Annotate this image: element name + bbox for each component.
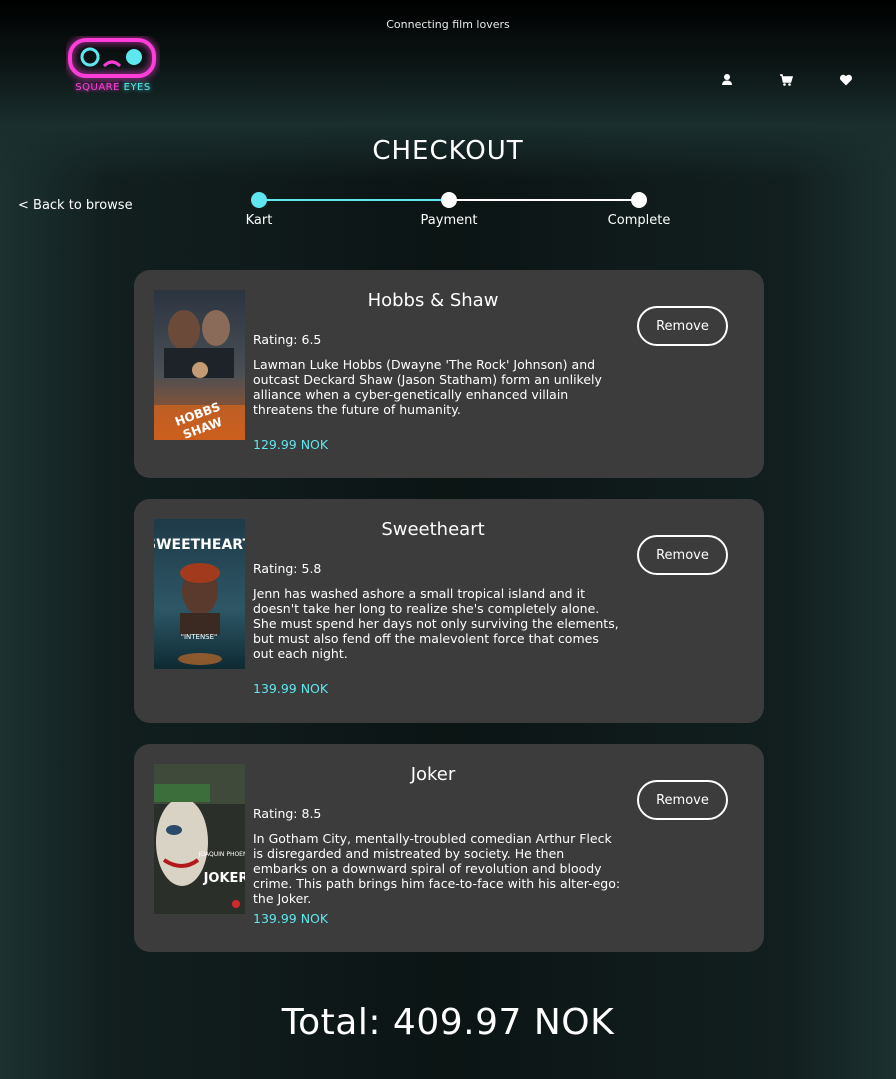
movie-title: Joker bbox=[410, 764, 456, 785]
step-dot-payment[interactable] bbox=[441, 192, 457, 208]
movie-description: In Gotham City, mentally-troubled comedi… bbox=[253, 831, 621, 906]
movie-title: Hobbs & Shaw bbox=[367, 290, 499, 311]
cart-icon[interactable] bbox=[779, 72, 794, 86]
remove-button[interactable]: Remove bbox=[637, 535, 728, 575]
movie-price: 129.99 NOK bbox=[253, 437, 329, 452]
cart-item: JOAQUIN PHOENIX JOKER Joker Rating: 8.5 … bbox=[134, 744, 764, 952]
step-dot-complete[interactable] bbox=[631, 192, 647, 208]
svg-text:JOAQUIN PHOENIX: JOAQUIN PHOENIX bbox=[198, 851, 245, 858]
svg-text:"INTENSE": "INTENSE" bbox=[181, 633, 218, 641]
movie-price: 139.99 NOK bbox=[253, 681, 329, 696]
progress-line-filled bbox=[259, 199, 449, 201]
movie-rating: Rating: 5.8 bbox=[253, 561, 322, 576]
remove-button[interactable]: Remove bbox=[637, 780, 728, 820]
step-dot-kart[interactable] bbox=[251, 192, 267, 208]
movie-rating: Rating: 6.5 bbox=[253, 332, 322, 347]
tagline: Connecting film lovers bbox=[386, 18, 510, 31]
order-total: Total: 409.97 NOK bbox=[281, 1002, 615, 1043]
header-nav bbox=[0, 72, 896, 90]
movie-description: Jenn has washed ashore a small tropical … bbox=[253, 586, 619, 661]
checkout-progress: Kart Payment Complete bbox=[0, 190, 896, 234]
movie-description: Lawman Luke Hobbs (Dwayne 'The Rock' Joh… bbox=[253, 357, 602, 417]
movie-poster: JOAQUIN PHOENIX JOKER bbox=[154, 764, 245, 914]
remove-button[interactable]: Remove bbox=[637, 306, 728, 346]
movie-poster: SWEETHEART "INTENSE" bbox=[154, 519, 245, 669]
movie-rating: Rating: 8.5 bbox=[253, 806, 322, 821]
movie-price: 139.99 NOK bbox=[253, 911, 329, 926]
heart-icon[interactable] bbox=[839, 72, 853, 86]
user-icon[interactable] bbox=[720, 72, 734, 86]
progress-line-remaining bbox=[449, 199, 639, 201]
site-header: Connecting film lovers SQUARE EYES bbox=[0, 0, 896, 120]
step-label-kart: Kart bbox=[245, 213, 273, 228]
movie-poster: HOBBS SHAW bbox=[154, 290, 245, 440]
cart-item: HOBBS SHAW Hobbs & Shaw Rating: 6.5 Lawm… bbox=[134, 270, 764, 478]
step-label-payment: Payment bbox=[420, 213, 478, 228]
movie-title: Sweetheart bbox=[381, 519, 485, 540]
cart-item: SWEETHEART "INTENSE" Sweetheart Rating: … bbox=[134, 499, 764, 723]
page-title: CHECKOUT bbox=[372, 136, 524, 166]
svg-text:JOKER: JOKER bbox=[203, 871, 245, 886]
step-label-complete: Complete bbox=[607, 213, 671, 228]
